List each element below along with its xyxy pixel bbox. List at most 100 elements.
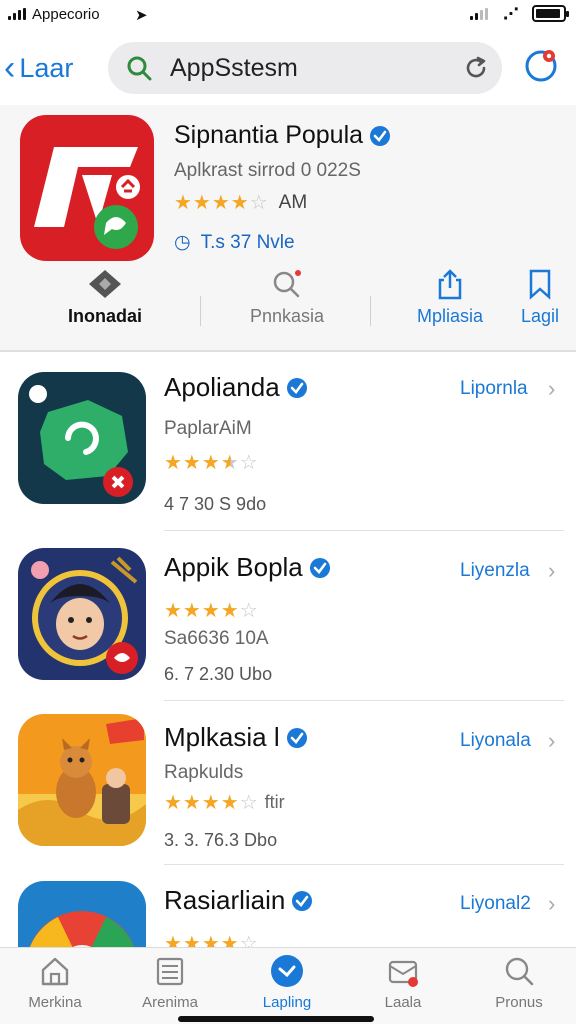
app-meta: 6. 7 2.30 Ubo — [164, 664, 273, 684]
action-inonadai[interactable]: Inonadai — [40, 268, 170, 338]
action-label: Pnnkasia — [249, 306, 325, 326]
tab-arenima[interactable]: Arenima — [115, 954, 225, 1018]
profile-button[interactable] — [522, 46, 560, 84]
featured-app-icon[interactable] — [20, 115, 154, 261]
list-item[interactable]: Rasiarliain ★★★★☆ Liyonal2 › — [0, 867, 576, 947]
verified-icon — [286, 377, 307, 398]
action-mpliasia[interactable]: Mpliasia — [392, 268, 508, 338]
action-label: Mpliasia — [416, 306, 484, 326]
game-app-icon[interactable] — [18, 714, 146, 846]
tab-pronus[interactable]: Pronus — [464, 954, 574, 1018]
featured-app-subtitle: Aplkrast sirrod 0 022S — [174, 160, 361, 181]
star-rating-icon: ★★★★☆ — [164, 933, 259, 947]
app-action-link[interactable]: Liyenzla — [460, 560, 530, 582]
app-meta: 3. 3. 76.3 Dbo — [164, 830, 278, 850]
featured-meta: ◷ T.s 37 Nvle — [174, 231, 295, 254]
featured-app-name[interactable]: Sipnantia Popula — [174, 121, 363, 150]
list-icon — [156, 957, 184, 986]
colors-app-icon[interactable] — [18, 881, 146, 947]
cellular-icon — [470, 8, 490, 20]
chevron-right-icon: › — [548, 376, 556, 401]
character-app-icon[interactable] — [18, 548, 146, 680]
verified-icon — [292, 890, 313, 911]
app-title[interactable]: Appik Bopla — [164, 552, 303, 583]
app-action-link[interactable]: Liyonal2 — [460, 893, 531, 915]
app-title[interactable]: Rasiarliain — [164, 885, 285, 916]
back-label: Laar — [19, 52, 74, 83]
list-item[interactable]: Apolianda PaplarAiM ★★★★☆ 4 7 30 S 9do L… — [0, 352, 576, 531]
clock-icon: ◷ — [174, 232, 191, 253]
row-divider — [164, 530, 564, 531]
tab-label: Laala — [384, 994, 422, 1011]
chat-app-icon[interactable] — [18, 372, 146, 504]
app-action-link[interactable]: Liyonala — [460, 730, 531, 752]
search-bar[interactable] — [108, 42, 502, 94]
app-title[interactable]: Apolianda — [164, 372, 280, 403]
list-item[interactable]: Mplkasia l Rapkulds ★★★★☆ ftir 3. 3. 76.… — [0, 702, 576, 872]
featured-meta-text: T.s 37 Nvle — [200, 231, 295, 253]
divider — [370, 296, 371, 326]
rating-text: AM — [278, 191, 308, 213]
action-pnnkasia[interactable]: Pnnkasia — [230, 268, 344, 338]
tab-label: Arenima — [142, 994, 198, 1011]
search-input[interactable] — [170, 50, 450, 86]
apps-icon — [271, 955, 303, 987]
divider — [200, 296, 201, 326]
tab-label: Pronus — [495, 994, 543, 1011]
chevron-right-icon: › — [548, 558, 556, 583]
row-divider — [164, 864, 564, 865]
battery-icon — [532, 5, 569, 22]
signal-icon — [8, 8, 26, 20]
wifi-icon: ⋰ — [503, 6, 519, 23]
app-rating: ★★★★☆ — [164, 450, 259, 475]
search-icon — [273, 270, 301, 298]
search-icon — [127, 56, 152, 81]
navigation-bar: ‹ Laar — [0, 30, 576, 105]
star-rating-icon: ★★★★☆ — [164, 792, 259, 814]
action-lagil[interactable]: Lagil — [510, 268, 570, 338]
action-label: Lagil — [520, 306, 560, 326]
home-indicator — [178, 1016, 374, 1022]
app-action-link[interactable]: Lipornla — [460, 378, 528, 400]
featured-actions: Inonadai Pnnkasia Mpliasia Lagil — [0, 268, 576, 338]
home-icon — [41, 957, 69, 986]
verified-icon — [370, 125, 391, 146]
star-rating-icon: ★★★★☆ — [174, 192, 269, 214]
app-category: PaplarAiM — [164, 418, 252, 439]
tab-label: Lapling — [262, 994, 312, 1011]
app-rating: ★★★★☆ ftir — [164, 790, 285, 815]
share-icon — [438, 269, 462, 300]
list-item[interactable]: Appik Bopla ★★★★☆ Sa6636 10A 6. 7 2.30 U… — [0, 532, 576, 702]
verified-icon — [286, 727, 307, 748]
location-icon: ➤ — [135, 7, 148, 24]
tab-laala[interactable]: Laala — [348, 954, 458, 1018]
refresh-icon[interactable] — [462, 54, 490, 82]
tab-bar: Merkina Arenima Lapling Laala Pronus — [0, 947, 576, 1024]
row-divider — [164, 700, 564, 701]
tab-merkina[interactable]: Merkina — [0, 954, 110, 1018]
app-list: Apolianda PaplarAiM ★★★★☆ 4 7 30 S 9do L… — [0, 352, 576, 947]
tab-label: Merkina — [28, 994, 82, 1011]
diamond-icon — [89, 270, 121, 298]
app-category: Rapkulds — [164, 762, 244, 783]
chevron-right-icon: › — [548, 891, 556, 916]
back-button[interactable]: ‹ Laar — [4, 48, 73, 88]
search-icon — [505, 957, 534, 986]
featured-app: Sipnantia Popula Aplkrast sirrod 0 022S … — [0, 105, 576, 350]
verified-icon — [309, 557, 330, 578]
bookmark-icon — [529, 269, 551, 300]
carrier-name: Appecorio — [32, 6, 100, 23]
status-bar: Appecorio ➤ ⋰ — [0, 0, 576, 30]
star-rating-icon: ★★★★☆ — [164, 452, 259, 474]
app-category: Sa6636 10A — [164, 628, 269, 649]
featured-rating: ★★★★☆ AM — [174, 190, 307, 215]
chevron-right-icon: › — [548, 728, 556, 753]
tab-lapling[interactable]: Lapling — [232, 954, 342, 1018]
chevron-left-icon: ‹ — [4, 49, 16, 87]
app-rating: ★★★★☆ — [164, 598, 259, 623]
app-title[interactable]: Mplkasia l — [164, 722, 280, 753]
action-label: Inonadai — [67, 306, 142, 326]
app-rating: ★★★★☆ — [164, 931, 259, 947]
rating-extra: ftir — [264, 792, 285, 812]
app-meta: 4 7 30 S 9do — [164, 494, 267, 514]
